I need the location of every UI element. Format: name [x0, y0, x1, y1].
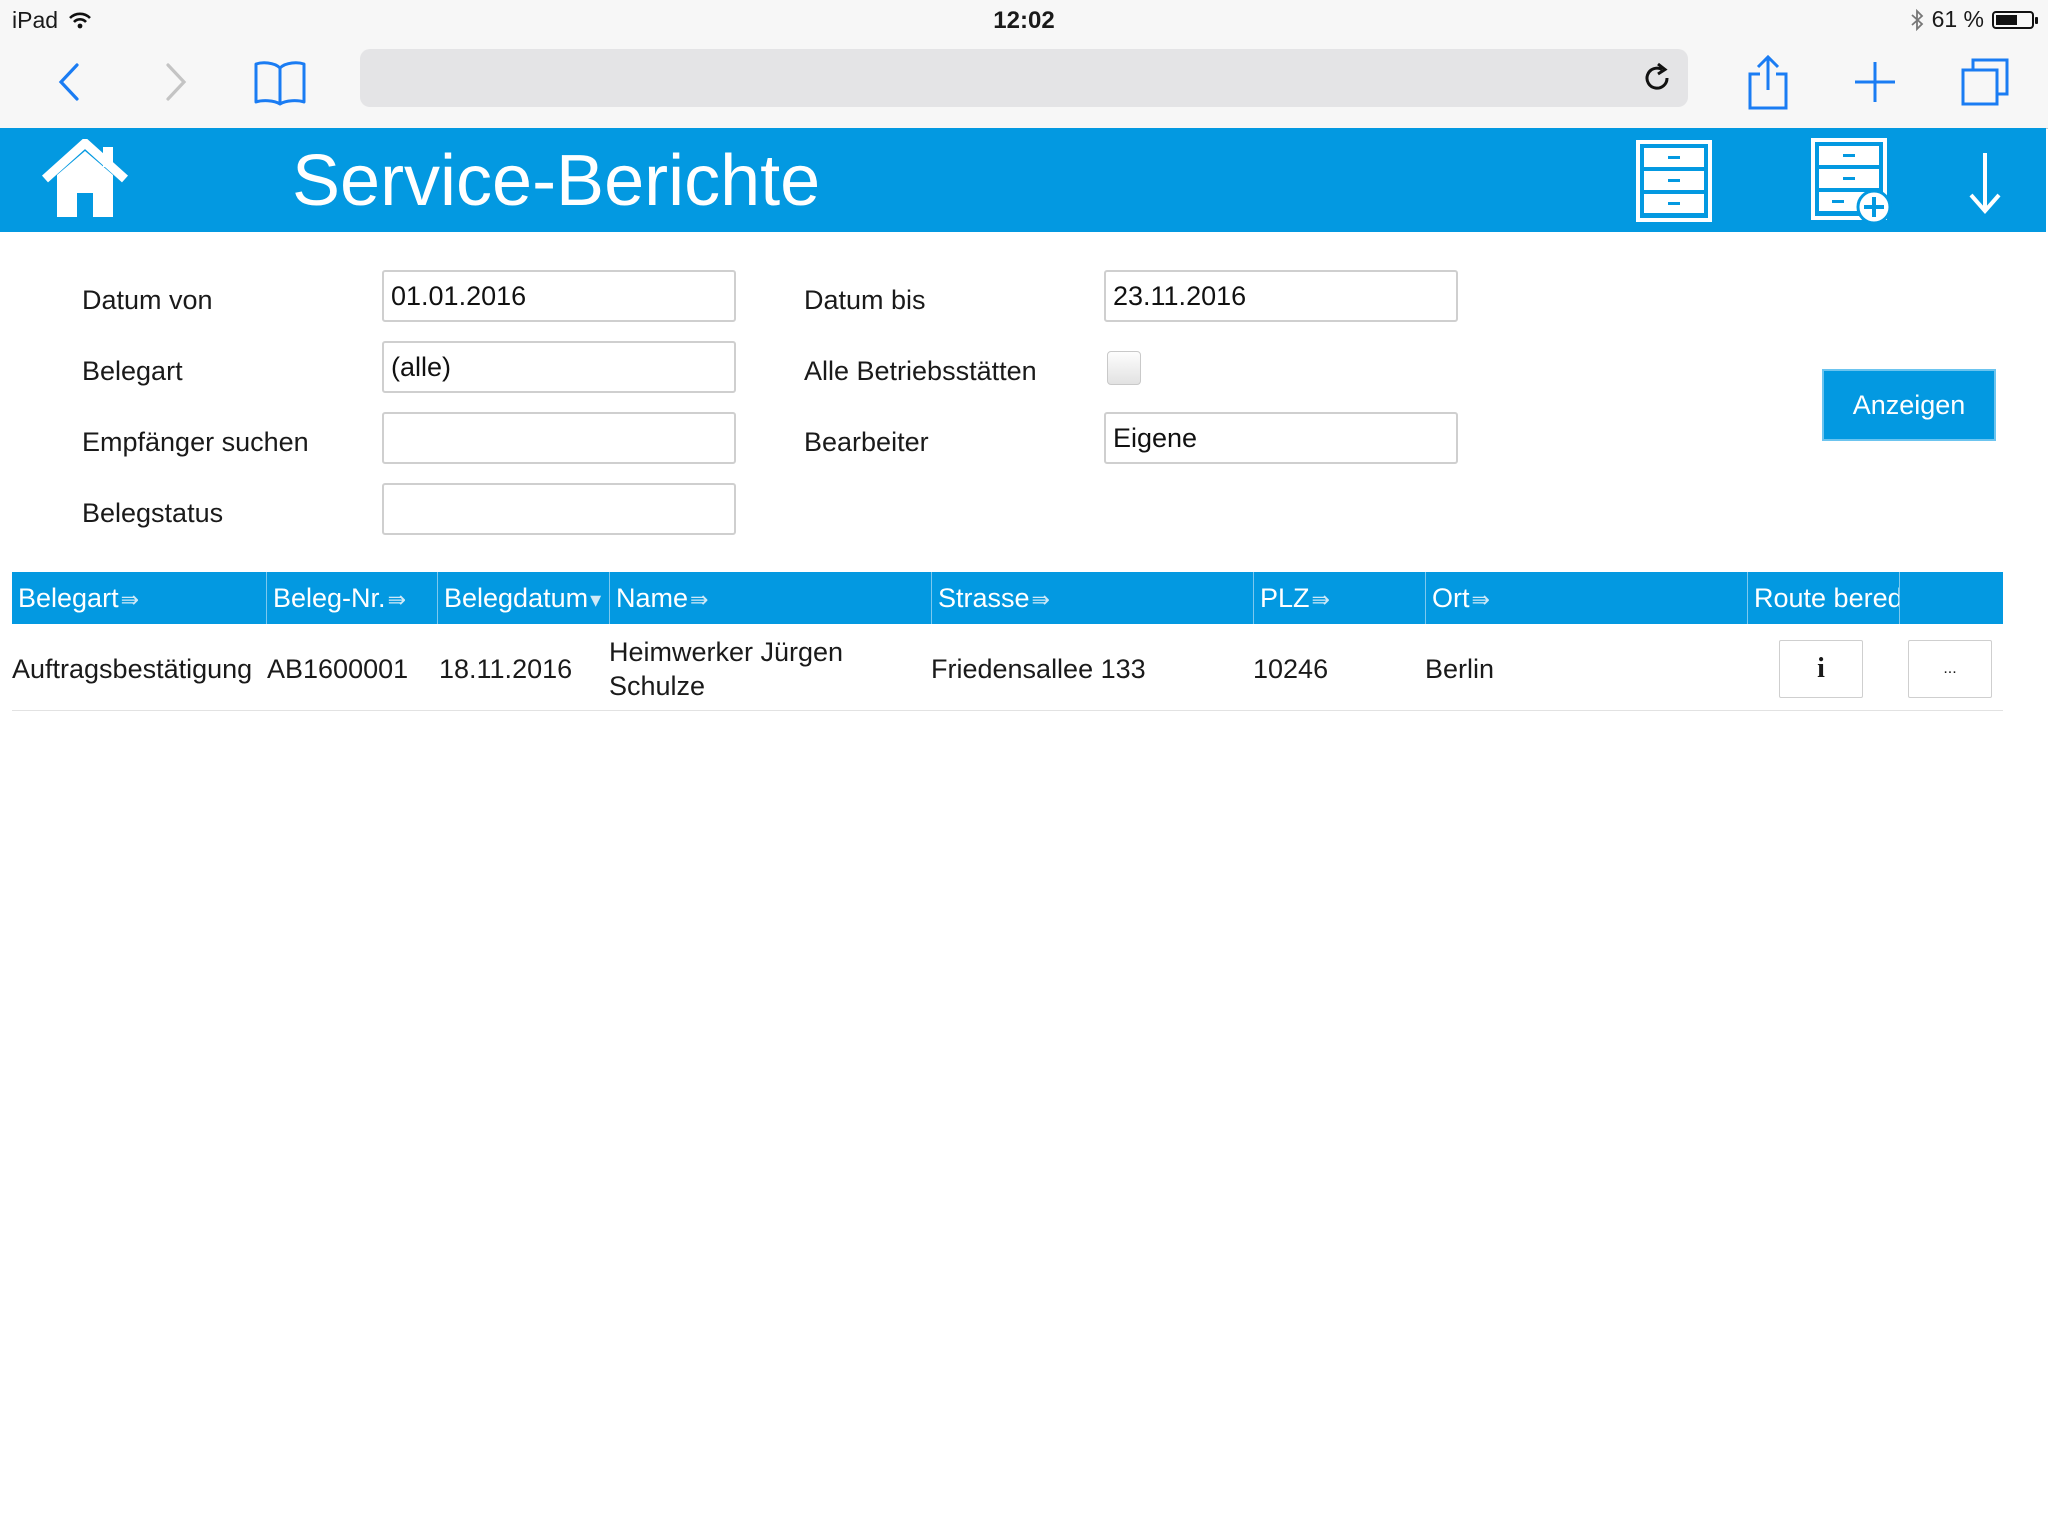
- battery-icon: [1992, 10, 2038, 29]
- cell-plz: 10246: [1253, 654, 1329, 684]
- cell-strasse: Friedensallee 133: [931, 654, 1146, 684]
- new-tab-icon: [1855, 62, 1895, 102]
- label-belegart: Belegart: [82, 356, 183, 386]
- status-bar: iPad 12:02 61 %: [0, 0, 2048, 42]
- archive-add-button[interactable]: [1808, 136, 1896, 226]
- column-header-plz[interactable]: PLZ⇛: [1254, 572, 1426, 624]
- share-icon: [1748, 54, 1788, 110]
- back-button[interactable]: [40, 52, 100, 112]
- sort-icon: ⇛: [1031, 587, 1050, 612]
- column-header-beleg-nr[interactable]: Beleg-Nr.⇛: [267, 572, 438, 624]
- label-bearbeiter: Bearbeiter: [804, 427, 929, 457]
- archive-button[interactable]: [1634, 138, 1714, 224]
- cell-name-line2: Schulze: [609, 671, 706, 701]
- alle-betriebsstaetten-checkbox[interactable]: [1107, 351, 1141, 385]
- info-button[interactable]: i: [1779, 640, 1863, 698]
- datum-bis-field[interactable]: 23.11.2016: [1104, 270, 1458, 322]
- home-icon: [41, 139, 129, 217]
- column-header-name[interactable]: Name⇛: [610, 572, 932, 624]
- back-icon: [58, 63, 79, 101]
- sort-icon: ⇛: [1471, 587, 1490, 612]
- sort-icon: ⇛: [1311, 587, 1330, 612]
- column-header-belegart[interactable]: Belegart⇛: [12, 572, 267, 624]
- cell-belegart: Auftragsbestätigung: [12, 654, 253, 684]
- forward-icon: [166, 63, 187, 101]
- home-button[interactable]: [40, 138, 130, 222]
- share-button[interactable]: [1738, 52, 1798, 112]
- sort-icon: ⇛: [690, 587, 709, 612]
- column-header-route[interactable]: Route bered: [1748, 572, 1900, 624]
- label-datum-bis: Datum bis: [804, 285, 926, 315]
- info-icon: i: [1817, 653, 1825, 684]
- label-datum-von: Datum von: [82, 285, 213, 315]
- reload-icon[interactable]: [1640, 61, 1674, 95]
- sort-icon: ⇛: [120, 587, 140, 612]
- tabs-button[interactable]: [1955, 52, 2015, 112]
- column-header-strasse[interactable]: Strasse⇛: [932, 572, 1254, 624]
- bluetooth-icon: [1910, 8, 1923, 31]
- column-header-actions: [1900, 572, 2003, 624]
- download-arrow-icon: [1969, 153, 2001, 215]
- bookmarks-icon: [254, 61, 306, 106]
- belegart-select[interactable]: (alle): [382, 341, 736, 393]
- browser-toolbar: [0, 42, 2048, 129]
- forward-button[interactable]: [145, 52, 205, 112]
- bookmarks-button[interactable]: [250, 52, 310, 112]
- cabinet-icon: [1636, 140, 1712, 222]
- cell-ort: Berlin: [1425, 654, 1495, 684]
- cell-beleg-nr: AB1600001: [267, 654, 409, 684]
- tabs-icon: [1961, 58, 2009, 106]
- datum-von-field[interactable]: 01.01.2016: [382, 270, 736, 322]
- more-icon: ...: [1943, 660, 1957, 677]
- download-button[interactable]: [1960, 148, 2010, 218]
- cell-name-line1: Heimwerker Jürgen: [609, 637, 844, 667]
- cabinet-add-icon: [1811, 138, 1892, 225]
- empfaenger-search-input[interactable]: [382, 412, 736, 464]
- new-tab-button[interactable]: [1845, 52, 1905, 112]
- status-time: 12:02: [993, 7, 1055, 34]
- anzeigen-button[interactable]: Anzeigen: [1822, 369, 1996, 441]
- label-empfaenger: Empfänger suchen: [82, 427, 309, 457]
- page-title: Service-Berichte: [292, 141, 821, 221]
- label-alle-betriebsstaetten: Alle Betriebsstätten: [804, 356, 1037, 386]
- app-header: Service-Berichte: [0, 128, 2046, 232]
- battery-percent: 61 %: [1931, 6, 1984, 32]
- cell-belegdatum: 18.11.2016: [439, 654, 573, 684]
- sort-icon: ⇛: [387, 587, 406, 612]
- belegstatus-select[interactable]: [382, 483, 736, 535]
- bearbeiter-select[interactable]: Eigene: [1104, 412, 1458, 464]
- address-bar[interactable]: [360, 49, 1688, 107]
- sort-desc-icon: ▾: [590, 587, 602, 612]
- label-belegstatus: Belegstatus: [82, 498, 224, 528]
- more-button[interactable]: ...: [1908, 640, 1992, 698]
- table-header: Belegart⇛ Beleg-Nr.⇛ Belegdatum▾ Name⇛ S…: [12, 572, 2003, 624]
- column-header-ort[interactable]: Ort⇛: [1426, 572, 1748, 624]
- table-row[interactable]: Auftragsbestätigung AB1600001 18.11.2016…: [12, 624, 2003, 711]
- column-header-belegdatum[interactable]: Belegdatum▾: [438, 572, 610, 624]
